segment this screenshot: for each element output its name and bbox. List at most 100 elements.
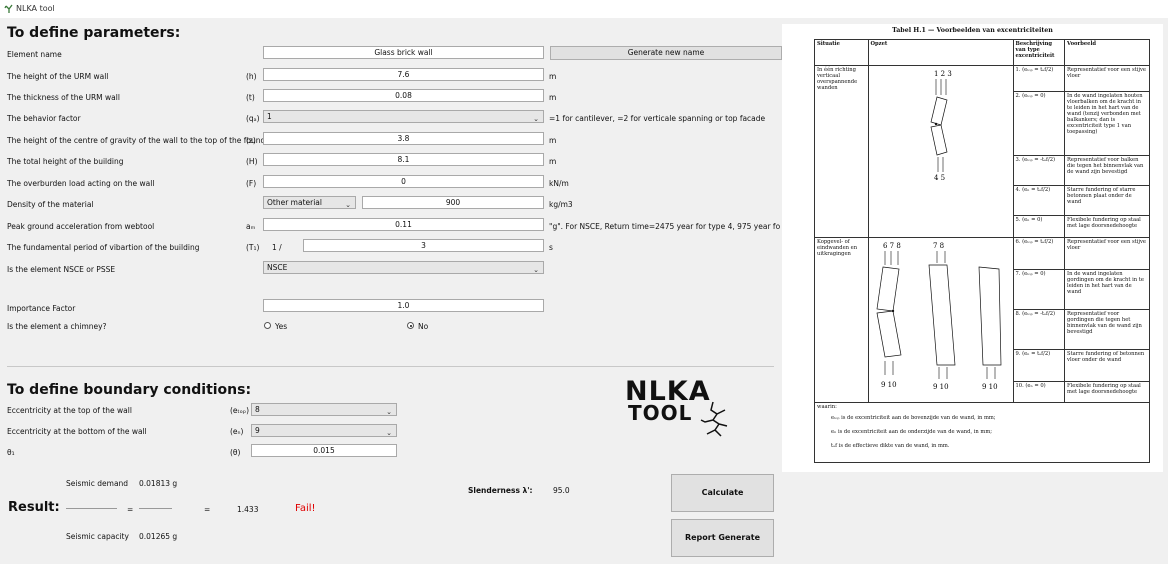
slenderness-label: Slenderness λ': — [468, 486, 533, 495]
example-8: Representatief voor gordingen die tegen … — [1064, 308, 1150, 351]
section-divider — [7, 366, 774, 367]
example-1: Representatief voor een stijve vloer — [1064, 65, 1150, 92]
situation-2: Kopgevel- of eindwanden en uitkragingen — [814, 237, 869, 403]
importance-label: Importance Factor — [7, 304, 76, 313]
density-input[interactable]: 900 — [362, 196, 544, 209]
title-bar: NLKA tool — [0, 0, 1168, 18]
type-4: 4. (eₙ = tₑf/2) — [1012, 185, 1066, 216]
logo-line2: TOOL — [628, 401, 693, 425]
example-7: In de wand ingelaten gordingen om de kra… — [1064, 268, 1150, 310]
fig-label-910-c: 9 10 — [982, 383, 998, 391]
total-height-symbol: (H) — [246, 157, 258, 166]
importance-input[interactable]: 1.0 — [263, 299, 544, 312]
slenderness-value: 95.0 — [553, 486, 570, 495]
overburden-symbol: (F) — [246, 179, 257, 188]
cog-height-input[interactable]: 3.8 — [263, 132, 544, 145]
header-situatie: Situatie — [814, 39, 869, 66]
cog-height-unit: m — [549, 136, 557, 145]
chevron-down-icon: ⌄ — [533, 115, 539, 123]
height-unit: m — [549, 72, 557, 81]
height-label: The height of the URM wall — [7, 72, 109, 81]
equals-1: = — [127, 505, 134, 514]
overburden-unit: kN/m — [549, 179, 569, 188]
nsce-select[interactable]: NSCE ⌄ — [263, 261, 544, 274]
behavior-value: 1 — [267, 112, 272, 121]
parameters-title: To define parameters: — [7, 25, 181, 41]
calculate-button[interactable]: Calculate — [671, 474, 774, 512]
behavior-symbol: (qₐ) — [246, 114, 260, 123]
ecc-top-select[interactable]: 8 ⌄ — [251, 403, 397, 416]
type-6: 6. (eₜₒₚ = tₑf/2) — [1012, 237, 1066, 270]
pga-symbol: aₘ — [246, 222, 256, 231]
wall-figure-1: 1 2 3 4 5 — [930, 70, 951, 182]
footnote-label: waarin: — [817, 404, 837, 410]
ecc-bottom-symbol: (eₙ) — [230, 427, 244, 436]
fig-label-45: 4 5 — [934, 174, 945, 182]
height-symbol: (h) — [246, 72, 257, 81]
total-height-input[interactable]: 8.1 — [263, 153, 544, 166]
behavior-select[interactable]: 1 ⌄ — [263, 110, 544, 123]
status-text: Fail! — [295, 503, 316, 514]
material-value: Other material — [267, 198, 322, 207]
window-title: NLKA tool — [16, 4, 55, 13]
fraction-line-right — [139, 508, 172, 509]
boundary-title: To define boundary conditions: — [7, 382, 252, 398]
generate-name-button[interactable]: Generate new name — [550, 46, 782, 60]
theta-symbol: (θ) — [230, 448, 241, 457]
type-3: 3. (eₜₒₚ = -tₑf/2) — [1012, 155, 1066, 186]
period-input[interactable]: 3 — [303, 239, 544, 252]
example-9: Starre fundering of betonnen vloer onder… — [1064, 349, 1150, 382]
height-input[interactable]: 7.6 — [263, 68, 544, 81]
type-7: 7. (eₜₒₚ = 0) — [1012, 268, 1066, 310]
ecc-bottom-value: 9 — [255, 426, 260, 435]
header-voorbeeld: Voorbeeld — [1064, 39, 1150, 66]
pga-label: Peak ground acceleration from webtool — [7, 222, 155, 231]
ecc-bottom-select[interactable]: 9 ⌄ — [251, 424, 397, 437]
density-unit: kg/m3 — [549, 200, 573, 209]
total-height-unit: m — [549, 157, 557, 166]
type-2: 2. (eₜₒₚ = 0) — [1012, 91, 1066, 156]
capacity-label: Seismic capacity — [66, 532, 129, 541]
cog-height-label: The height of the centre of gravity of t… — [7, 136, 285, 145]
app-icon — [4, 4, 13, 13]
ecc-bottom-label: Eccentricity at the bottom of the wall — [7, 427, 147, 436]
cog-height-symbol: (z) — [246, 136, 256, 145]
nlka-tool-logo: NLKA TOOL — [625, 378, 735, 440]
density-label: Density of the material — [7, 200, 94, 209]
theta-input[interactable]: 0.015 — [251, 444, 397, 457]
thickness-input[interactable]: 0.08 — [263, 89, 544, 102]
theta-label: θ₁ — [7, 448, 15, 457]
report-generate-button[interactable]: Report Generate — [671, 519, 774, 557]
chevron-down-icon: ⌄ — [386, 408, 392, 416]
fig-label-910-a: 9 10 — [881, 381, 897, 389]
figure-cell-1: 1 2 3 4 5 — [867, 65, 1014, 238]
material-select[interactable]: Other material ⌄ — [263, 196, 356, 209]
chimney-yes-radio[interactable] — [264, 322, 271, 329]
example-6: Representatief voor een stijve vloer — [1064, 237, 1150, 270]
equals-2: = — [204, 505, 211, 514]
eccentricity-reference-table: Tabel H.1 — Voorbeelden van excentricite… — [782, 24, 1163, 472]
result-title: Result: — [8, 500, 60, 515]
pga-input[interactable]: 0.11 — [263, 218, 544, 231]
chevron-down-icon: ⌄ — [345, 201, 351, 209]
fraction-line-left — [66, 508, 117, 509]
crack-icon — [700, 401, 728, 437]
type-8: 8. (eₜₒₚ = -tₑf/2) — [1012, 308, 1066, 351]
behavior-note: =1 for cantilever, =2 for verticale span… — [549, 114, 766, 123]
overburden-input[interactable]: 0 — [263, 175, 544, 188]
chevron-down-icon: ⌄ — [533, 266, 539, 274]
chimney-yes-label: Yes — [275, 322, 288, 331]
thickness-label: The thickness of the URM wall — [7, 93, 120, 102]
figure-cell-2: 6 7 8 7 8 9 10 9 10 9 10 — [867, 237, 1014, 403]
chimney-no-label: No — [418, 322, 429, 331]
header-opzet: Opzet — [867, 39, 1014, 66]
footnote-1: eₜₒₚ is de excentriciteit aan de bovenzi… — [831, 415, 996, 421]
element-name-input[interactable]: Glass brick wall — [263, 46, 544, 59]
element-name-label: Element name — [7, 50, 62, 59]
period-unit: s — [549, 243, 553, 252]
header-beschrijving: Beschrijving van type excentriciteit — [1012, 39, 1066, 66]
chimney-no-radio[interactable] — [407, 322, 414, 329]
chimney-label: Is the element a chimney? — [7, 322, 107, 331]
chevron-down-icon: ⌄ — [386, 429, 392, 437]
behavior-label: The behavior factor — [7, 114, 81, 123]
